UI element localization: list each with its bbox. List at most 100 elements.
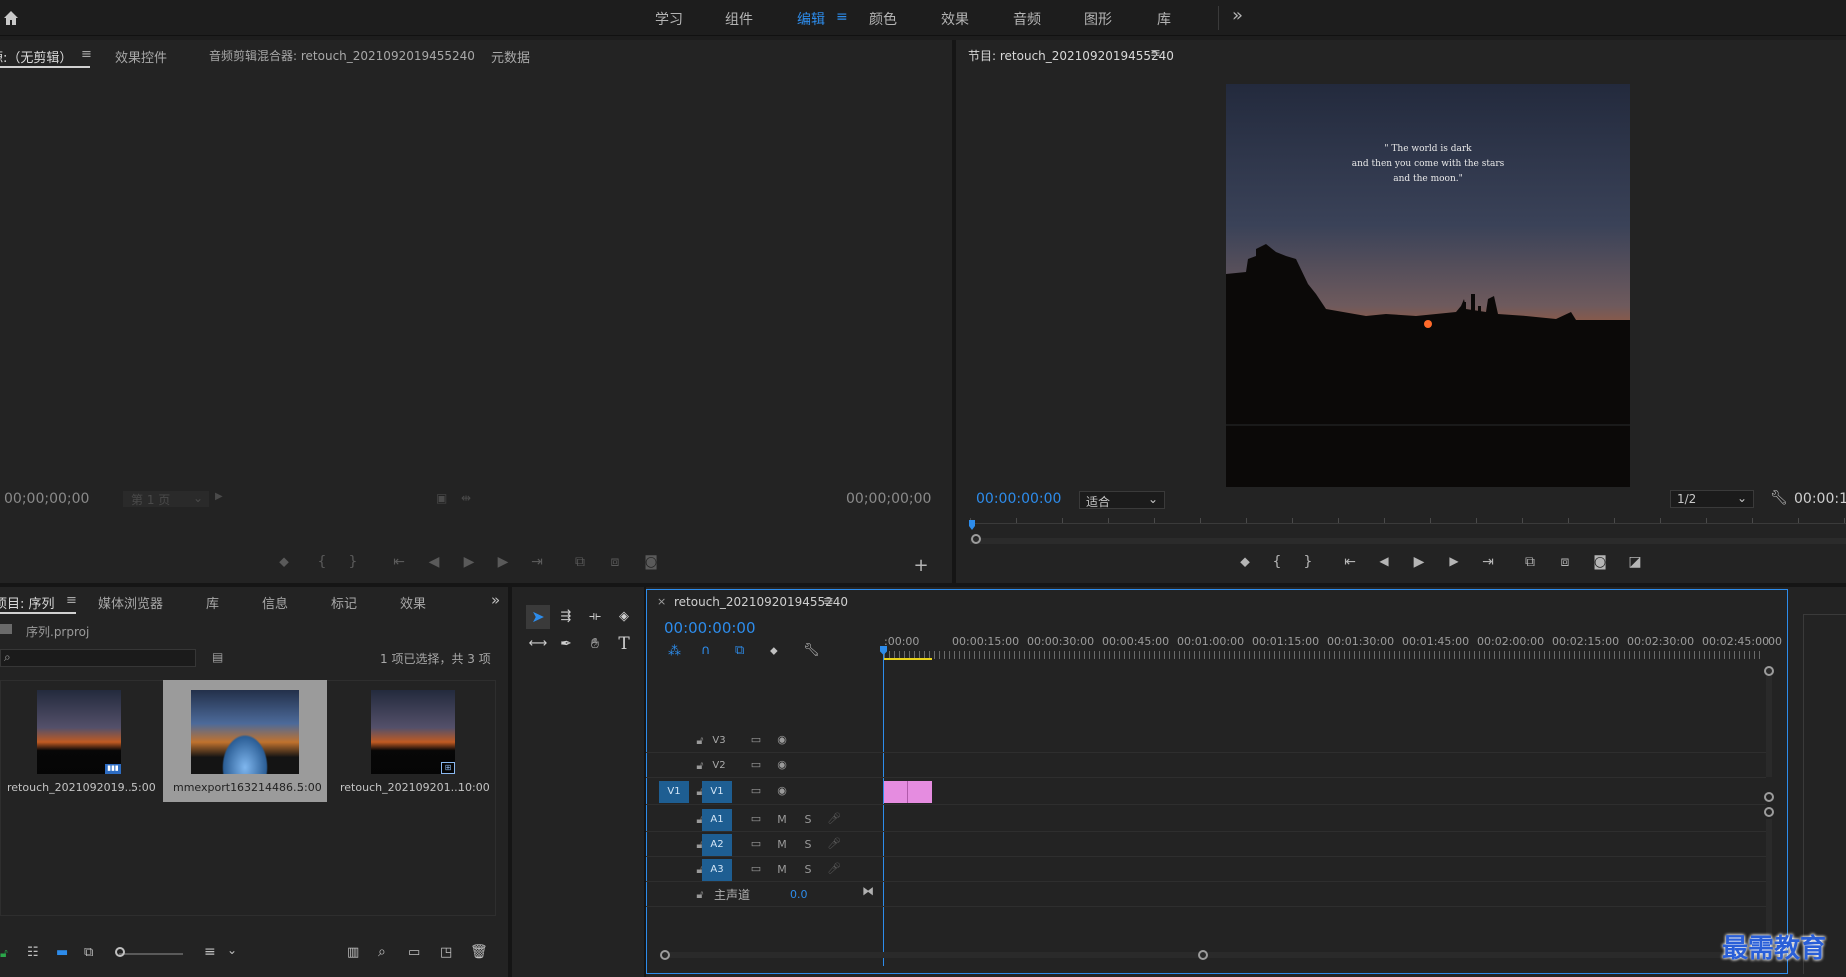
vertical-scroll-video[interactable]: [1766, 667, 1772, 777]
workspace-tab-color[interactable]: 颜色: [869, 9, 897, 29]
insert-icon[interactable]: ⧉: [569, 554, 591, 570]
go-to-out-icon[interactable]: ⇥: [1477, 554, 1499, 570]
program-menu-icon[interactable]: ≡: [1150, 46, 1161, 61]
program-zoom-bar[interactable]: [970, 538, 1846, 544]
freeform-view-icon[interactable]: ⧉: [84, 945, 93, 960]
timeline-settings-wrench-icon[interactable]: 🔧︎: [803, 643, 820, 658]
zoom-handle-left[interactable]: [971, 534, 981, 544]
program-title[interactable]: 节目: retouch_2021092019455240: [968, 47, 1174, 64]
sync-lock-icon[interactable]: ▭: [748, 837, 764, 850]
marker-icon[interactable]: ⬥: [273, 554, 295, 570]
mic-icon[interactable]: 🎤︎: [826, 837, 842, 850]
timeline-timecode[interactable]: 00:00:00:00: [664, 619, 756, 637]
program-timecode[interactable]: 00:00:00:00: [976, 491, 1061, 507]
step-back-icon[interactable]: ◀: [423, 554, 445, 570]
slip-tool-icon[interactable]: ⟷: [526, 632, 550, 656]
close-sequence-icon[interactable]: ×: [657, 595, 666, 608]
track-label[interactable]: V2: [703, 755, 735, 777]
workspace-tab-editing[interactable]: 编辑: [797, 9, 825, 29]
marker-icon[interactable]: ⬥: [1234, 554, 1256, 570]
sync-lock-icon[interactable]: ▭: [748, 784, 764, 797]
add-marker-icon[interactable]: ⬥: [770, 644, 778, 658]
mic-icon[interactable]: 🎤︎: [826, 812, 842, 825]
track-label[interactable]: A3: [702, 859, 732, 881]
sort-icon[interactable]: ≡: [204, 944, 216, 960]
new-search-bin-icon[interactable]: ▤: [212, 650, 223, 664]
extract-icon[interactable]: ⇹: [461, 491, 471, 505]
go-to-end-icon[interactable]: ⧓: [862, 884, 874, 898]
timeline-clip[interactable]: [884, 781, 908, 803]
source-menu-icon[interactable]: ≡: [81, 47, 92, 62]
export-frame-icon[interactable]: ◙: [1589, 554, 1611, 570]
mute-button[interactable]: M: [774, 838, 790, 851]
scroll-handle-top[interactable]: [1764, 666, 1774, 676]
tab-metadata[interactable]: 元数据: [491, 47, 530, 66]
project-item[interactable]: ▮▮▮ retouch_2021092019... 5:00: [0, 683, 166, 803]
eye-icon[interactable]: ◉: [774, 758, 790, 771]
project-item-selected[interactable]: mmexport163214486... 5:00: [163, 680, 327, 802]
page-dropdown[interactable]: 第 1 页 ⌄: [123, 491, 209, 507]
trash-icon[interactable]: 🗑︎: [470, 944, 488, 960]
lock-icon[interactable]: 🔓︎: [692, 888, 708, 902]
selection-tool-icon[interactable]: ➤: [526, 605, 550, 629]
tab-media-browser[interactable]: 媒体浏览器: [98, 593, 163, 612]
linked-selection-icon[interactable]: ⧉: [735, 643, 744, 658]
sync-lock-icon[interactable]: ▭: [748, 733, 764, 746]
mic-icon[interactable]: 🎤︎: [826, 862, 842, 875]
mute-button[interactable]: M: [774, 813, 790, 826]
scroll-handle-audio[interactable]: [1764, 807, 1774, 817]
panel-overflow-icon[interactable]: »: [491, 591, 500, 609]
workspace-more-icon[interactable]: »: [1232, 5, 1243, 26]
new-bin-icon[interactable]: ▭: [408, 945, 420, 960]
tab-source[interactable]: 源:（无剪辑）: [0, 47, 72, 66]
tab-effects[interactable]: 效果: [400, 593, 426, 612]
mark-in-icon[interactable]: {: [1266, 554, 1288, 570]
tab-info[interactable]: 信息: [262, 593, 288, 612]
workspace-menu-icon[interactable]: ≡: [836, 9, 848, 25]
step-back-icon[interactable]: ◀: [1373, 554, 1395, 568]
lock-icon[interactable]: 🔓︎: [0, 946, 8, 961]
tab-project[interactable]: 项目: 序列: [0, 593, 55, 612]
timeline-horizontal-scroll[interactable]: [664, 952, 1762, 958]
source-timecode-in[interactable]: 00;00;00;00: [4, 491, 89, 507]
project-search-input[interactable]: ⌕: [0, 649, 196, 667]
program-preview[interactable]: " The world is dark and then you come wi…: [1226, 84, 1630, 487]
track-label[interactable]: V3: [703, 730, 735, 752]
sync-lock-icon[interactable]: ▭: [748, 812, 764, 825]
timeline-clip[interactable]: [908, 781, 932, 803]
tab-libraries[interactable]: 库: [206, 593, 219, 612]
track-label[interactable]: V1: [702, 781, 732, 803]
eye-icon[interactable]: ◉: [774, 733, 790, 746]
work-area-bar[interactable]: [884, 658, 932, 660]
workspace-tab-audio[interactable]: 音频: [1013, 9, 1041, 29]
pen-tool-icon[interactable]: ✒: [554, 632, 578, 656]
go-to-out-icon[interactable]: ⇥: [526, 554, 548, 570]
mark-out-icon[interactable]: }: [342, 554, 364, 570]
solo-button[interactable]: S: [800, 813, 816, 826]
settings-small-icon[interactable]: ▣: [436, 491, 447, 505]
go-to-in-icon[interactable]: ⇤: [388, 554, 410, 570]
step-forward-icon[interactable]: ▶: [1443, 554, 1465, 568]
master-volume-value[interactable]: 0.0: [790, 888, 808, 901]
lift-icon[interactable]: ⧉: [1519, 554, 1541, 570]
tab-effect-controls[interactable]: 效果控件: [115, 47, 167, 66]
workspace-tab-graphics[interactable]: 图形: [1084, 9, 1112, 29]
snap-icon[interactable]: ∩: [701, 643, 711, 658]
step-forward-icon[interactable]: ▶: [492, 554, 514, 570]
program-mini-ruler[interactable]: [970, 512, 1846, 524]
type-tool-icon[interactable]: T: [612, 632, 636, 656]
nest-toggle-icon[interactable]: ⁂: [668, 644, 681, 659]
mark-out-icon[interactable]: }: [1297, 554, 1319, 570]
timeline-zoom-handle-left[interactable]: [660, 950, 670, 960]
chevron-down-icon[interactable]: ⌄: [227, 943, 237, 957]
project-menu-icon[interactable]: ≡: [66, 593, 77, 608]
list-view-icon[interactable]: ☷: [27, 945, 39, 960]
resolution-dropdown[interactable]: 1/2 ⌄: [1670, 490, 1754, 508]
workspace-tab-effects[interactable]: 效果: [941, 9, 969, 29]
sync-lock-icon[interactable]: ▭: [748, 862, 764, 875]
workspace-tab-assembly[interactable]: 组件: [725, 9, 753, 29]
sequence-menu-icon[interactable]: ≡: [823, 594, 834, 609]
source-timecode-out[interactable]: 00;00;00;00: [846, 491, 931, 507]
project-item[interactable]: ⊞ retouch_202109201... 10:00: [334, 683, 500, 803]
zoom-slider-handle[interactable]: [115, 947, 125, 957]
